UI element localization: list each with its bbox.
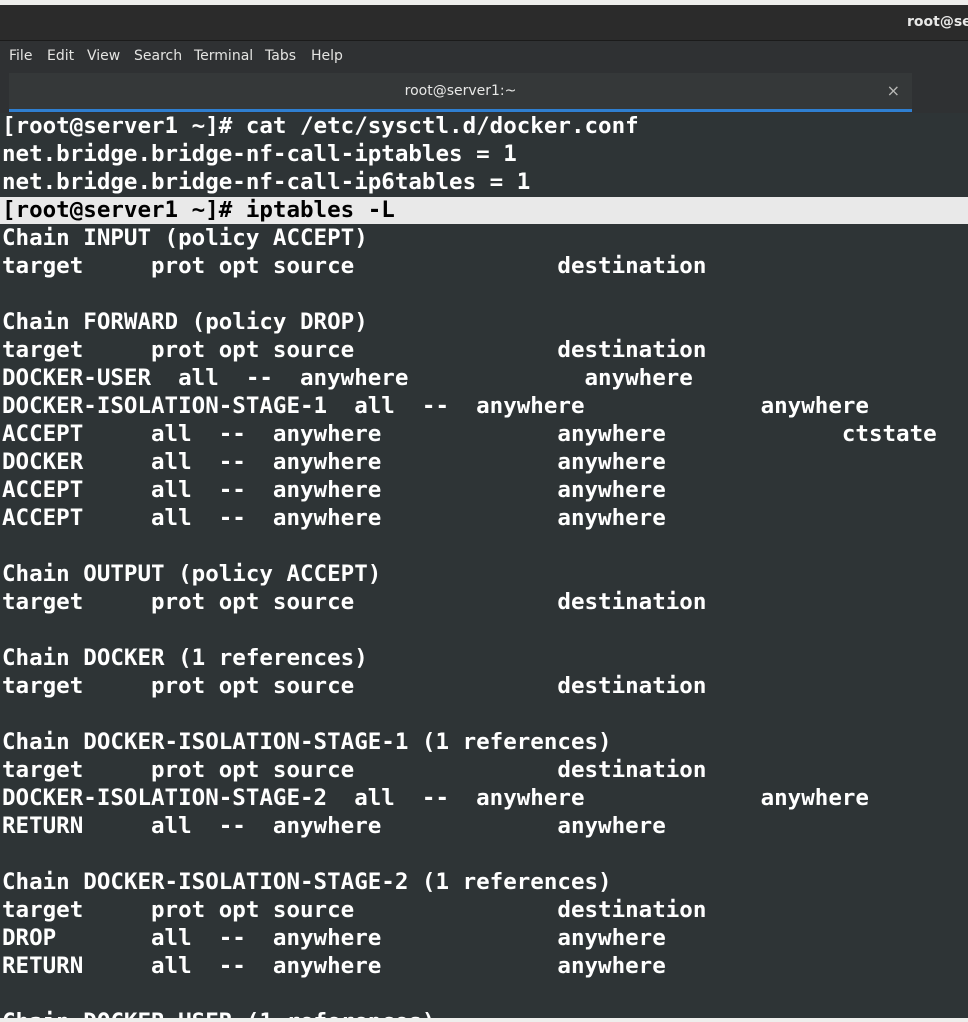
terminal-line: DOCKER-ISOLATION-STAGE-1 all -- anywhere… <box>2 393 869 419</box>
terminal-line: ACCEPT all -- anywhere anywhere <box>2 477 666 503</box>
terminal-line: target prot opt source destination <box>2 757 707 783</box>
window-title: root@ser <box>907 14 968 30</box>
terminal-line: target prot opt source destination <box>2 337 707 363</box>
terminal-line: DROP all -- anywhere anywhere <box>2 925 666 951</box>
desktop-bottom-edge <box>0 1018 968 1022</box>
terminal-line: net.bridge.bridge-nf-call-iptables = 1 <box>2 141 517 167</box>
terminal-output[interactable]: [root@server1 ~]# cat /etc/sysctl.d/dock… <box>0 113 968 1022</box>
terminal-line: Chain DOCKER (1 references) <box>2 645 368 671</box>
close-icon[interactable]: × <box>887 81 900 100</box>
tab-root-server1[interactable]: root@server1:~ × <box>9 73 912 112</box>
terminal-line: [root@server1 ~]# cat /etc/sysctl.d/dock… <box>2 113 639 139</box>
terminal-line: RETURN all -- anywhere anywhere <box>2 813 666 839</box>
terminal-line: Chain DOCKER-ISOLATION-STAGE-2 (1 refere… <box>2 869 612 895</box>
terminal-line: target prot opt source destination <box>2 897 707 923</box>
menu-bar: File Edit View Search Terminal Tabs Help <box>0 41 968 71</box>
terminal-line: target prot opt source destination <box>2 673 707 699</box>
menu-view[interactable]: View <box>87 48 120 64</box>
tab-bar: root@server1:~ × <box>0 71 968 113</box>
terminal-line: DOCKER all -- anywhere anywhere <box>2 449 666 475</box>
terminal-line: ACCEPT all -- anywhere anywhere ctstate <box>2 421 937 447</box>
terminal-line: net.bridge.bridge-nf-call-ip6tables = 1 <box>2 169 531 195</box>
title-bar[interactable]: root@ser <box>0 5 968 41</box>
terminal-window: root@ser File Edit View Search Terminal … <box>0 0 968 1022</box>
menu-terminal[interactable]: Terminal <box>194 48 253 64</box>
terminal-line: ACCEPT all -- anywhere anywhere <box>2 505 666 531</box>
terminal-line: [root@server1 ~]# iptables -L <box>2 197 395 223</box>
menu-help[interactable]: Help <box>311 48 343 64</box>
terminal-line: Chain INPUT (policy ACCEPT) <box>2 225 368 251</box>
terminal-line: Chain DOCKER-ISOLATION-STAGE-1 (1 refere… <box>2 729 612 755</box>
menu-edit[interactable]: Edit <box>47 48 74 64</box>
menu-file[interactable]: File <box>9 48 32 64</box>
terminal-line: RETURN all -- anywhere anywhere <box>2 953 666 979</box>
terminal-line: target prot opt source destination <box>2 253 707 279</box>
terminal-line: DOCKER-USER all -- anywhere anywhere <box>2 365 693 391</box>
terminal-line: target prot opt source destination <box>2 589 707 615</box>
terminal-line: Chain FORWARD (policy DROP) <box>2 309 368 335</box>
menu-tabs[interactable]: Tabs <box>265 48 296 64</box>
terminal-line: DOCKER-ISOLATION-STAGE-2 all -- anywhere… <box>2 785 869 811</box>
terminal-line: Chain OUTPUT (policy ACCEPT) <box>2 561 382 587</box>
tab-label: root@server1:~ <box>404 83 517 99</box>
menu-search[interactable]: Search <box>134 48 182 64</box>
